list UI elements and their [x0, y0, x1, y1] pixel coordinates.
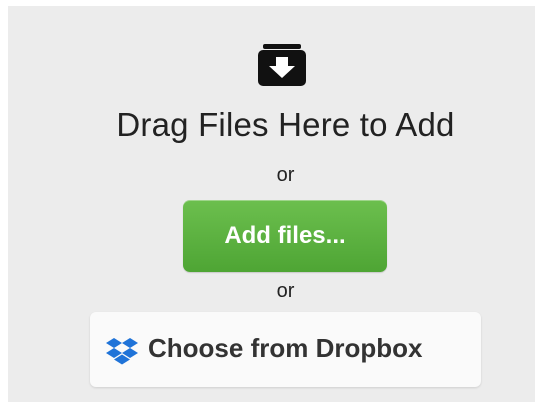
drop-zone-heading: Drag Files Here to Add: [116, 106, 455, 143]
file-drop-zone[interactable]: Drag Files Here to Add or Add files... o…: [8, 6, 535, 402]
dropbox-button-label: Choose from Dropbox: [148, 333, 423, 363]
or-separator-2: or: [276, 280, 295, 302]
add-files-button[interactable]: Add files...: [183, 200, 387, 272]
or-separator-1: or: [276, 164, 295, 186]
dropbox-icon: [106, 338, 138, 365]
download-tray-icon: [258, 44, 306, 86]
choose-from-dropbox-button[interactable]: Choose from Dropbox: [90, 312, 481, 387]
